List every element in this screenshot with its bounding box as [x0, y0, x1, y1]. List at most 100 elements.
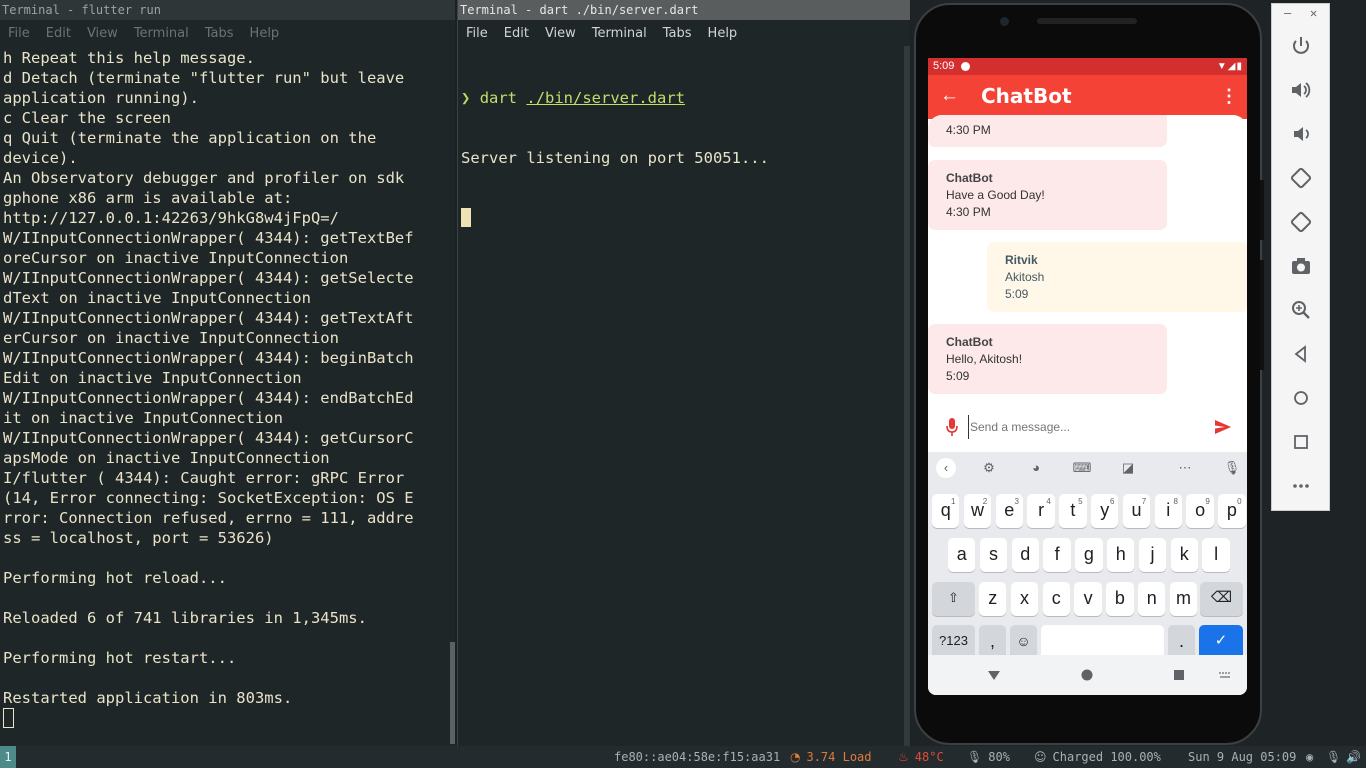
volume[interactable]: 🎙 80%	[967, 746, 1010, 768]
menu-help[interactable]: Help	[250, 26, 280, 41]
comma-key[interactable]: ,	[979, 625, 1006, 659]
key-i[interactable]: i8	[1154, 494, 1182, 528]
chevron-left-icon[interactable]: ‹	[936, 458, 956, 478]
keyboard-switch-icon[interactable]	[1215, 665, 1235, 685]
discord-tray-icon[interactable]: ◉	[1306, 746, 1313, 768]
menu-view[interactable]: View	[87, 26, 118, 41]
resize-icon[interactable]: ◪	[1118, 458, 1138, 478]
key-s[interactable]: s	[979, 538, 1008, 572]
key-d[interactable]: d	[1011, 538, 1039, 572]
symbols-key[interactable]: ?123	[932, 625, 975, 659]
period-key[interactable]: .	[1168, 625, 1195, 659]
terminal-scrollbar[interactable]	[450, 642, 455, 744]
zoom-icon[interactable]	[1289, 298, 1313, 322]
key-label: r	[1038, 500, 1045, 520]
palette-icon[interactable]: ◕	[1026, 458, 1046, 478]
overview-square-icon[interactable]	[1289, 430, 1313, 454]
terminal-output[interactable]: h Repeat this help message. d Detach (ter…	[0, 46, 455, 728]
key-h[interactable]: h	[1107, 538, 1135, 572]
send-icon[interactable]	[1213, 417, 1233, 437]
terminal-line: apsMode on inactive InputConnection	[3, 449, 330, 467]
menu-help[interactable]: Help	[708, 26, 738, 41]
mic-tray-icon[interactable]: 🎙	[1326, 746, 1341, 768]
speaker-tray-icon[interactable]: 🔊	[1346, 746, 1361, 768]
terminal-line: W/IInputConnectionWrapper( 4344): getTex…	[3, 309, 414, 327]
more-horiz-icon[interactable]: ⋯	[1175, 458, 1195, 478]
key-g[interactable]: g	[1075, 538, 1103, 572]
terminal-scrollbar[interactable]	[904, 46, 910, 746]
menu-terminal[interactable]: Terminal	[134, 26, 189, 41]
key-b[interactable]: b	[1106, 582, 1134, 616]
shift-key[interactable]: ⇧	[932, 582, 975, 616]
key-z[interactable]: z	[979, 582, 1007, 616]
power-icon[interactable]	[1289, 34, 1313, 58]
key-p[interactable]: p0	[1218, 494, 1246, 528]
key-v[interactable]: v	[1074, 582, 1102, 616]
more-options-icon[interactable]	[1289, 474, 1313, 498]
message-bubble: ChatBot Hello, Akitosh! 5:09	[928, 324, 1167, 394]
key-a[interactable]: a	[948, 538, 976, 572]
key-k[interactable]: k	[1170, 538, 1198, 572]
emoji-icon[interactable]: ☺	[1010, 625, 1037, 659]
cpu-load-value: 3.74 Load	[806, 750, 872, 764]
terminal-output[interactable]: ❯ dart ./bin/server.dart Server listenin…	[458, 46, 910, 268]
space-key[interactable]	[1041, 625, 1164, 659]
volume-down-icon[interactable]	[1289, 122, 1313, 146]
key-w[interactable]: w2	[963, 494, 992, 528]
key-l[interactable]: l	[1202, 538, 1230, 572]
menu-tabs[interactable]: Tabs	[663, 26, 692, 41]
key-m[interactable]: m	[1169, 582, 1198, 616]
phone-power-button[interactable]	[1260, 180, 1264, 240]
nav-recents-icon[interactable]	[1169, 665, 1189, 685]
rotate-left-icon[interactable]	[1289, 166, 1313, 190]
menu-file[interactable]: File	[466, 26, 488, 41]
key-r[interactable]: r4	[1027, 494, 1055, 528]
key-c[interactable]: c	[1042, 582, 1070, 616]
back-triangle-icon[interactable]	[1289, 342, 1313, 366]
workspace-indicator[interactable]: 1	[0, 746, 16, 768]
key-e[interactable]: e3	[995, 494, 1023, 528]
more-vert-icon[interactable]: ⋮	[1219, 83, 1239, 109]
key-y[interactable]: y6	[1091, 494, 1119, 528]
menu-file[interactable]: File	[8, 26, 30, 41]
chat-list[interactable]: 4:30 PM ChatBot Have a Good Day! 4:30 PM…	[928, 115, 1247, 405]
microphone-icon[interactable]	[945, 417, 959, 437]
camera-icon[interactable]	[1289, 254, 1313, 278]
voice-input-icon[interactable]: 🎙	[1222, 458, 1242, 478]
key-n[interactable]: n	[1138, 582, 1166, 616]
minimize-icon[interactable]: —	[1284, 6, 1291, 20]
key-t[interactable]: t5	[1059, 494, 1087, 528]
nav-home-icon[interactable]	[1077, 665, 1097, 685]
phone-volume-button[interactable]	[1260, 260, 1264, 370]
volume-up-icon[interactable]	[1289, 78, 1313, 102]
message-sender: ChatBot	[946, 335, 993, 349]
backspace-key[interactable]: ⌫	[1200, 582, 1243, 616]
text-cursor	[461, 208, 471, 227]
nav-back-icon[interactable]	[984, 665, 1004, 685]
key-u[interactable]: u7	[1122, 494, 1151, 528]
terminal-line: c Clear the screen	[3, 109, 171, 127]
key-label: t	[1070, 500, 1076, 520]
key-j[interactable]: j	[1138, 538, 1167, 572]
close-icon[interactable]: ✕	[1310, 6, 1317, 20]
menu-view[interactable]: View	[545, 26, 576, 41]
message-input[interactable]	[968, 415, 1203, 439]
key-o[interactable]: o9	[1186, 494, 1214, 528]
key-x[interactable]: x	[1010, 582, 1039, 616]
back-arrow-icon[interactable]: ←	[940, 85, 960, 107]
key-f[interactable]: f	[1043, 538, 1071, 572]
key-q[interactable]: q1	[932, 494, 960, 528]
terminal-line: ss = localhost, port = 53626)	[3, 529, 274, 547]
rotate-right-icon[interactable]	[1289, 210, 1313, 234]
home-circle-icon[interactable]	[1289, 386, 1313, 410]
text-cursor	[3, 708, 14, 728]
settings-gear-icon[interactable]: ⚙	[979, 458, 999, 478]
keyboard-icon[interactable]: ⌨	[1072, 458, 1092, 478]
menu-edit[interactable]: Edit	[504, 26, 529, 41]
message-sender: ChatBot	[946, 171, 993, 185]
menu-edit[interactable]: Edit	[46, 26, 71, 41]
key-hint: 9	[1205, 497, 1210, 506]
enter-check-icon[interactable]: ✓	[1199, 625, 1243, 659]
menu-tabs[interactable]: Tabs	[205, 26, 234, 41]
menu-terminal[interactable]: Terminal	[592, 26, 647, 41]
